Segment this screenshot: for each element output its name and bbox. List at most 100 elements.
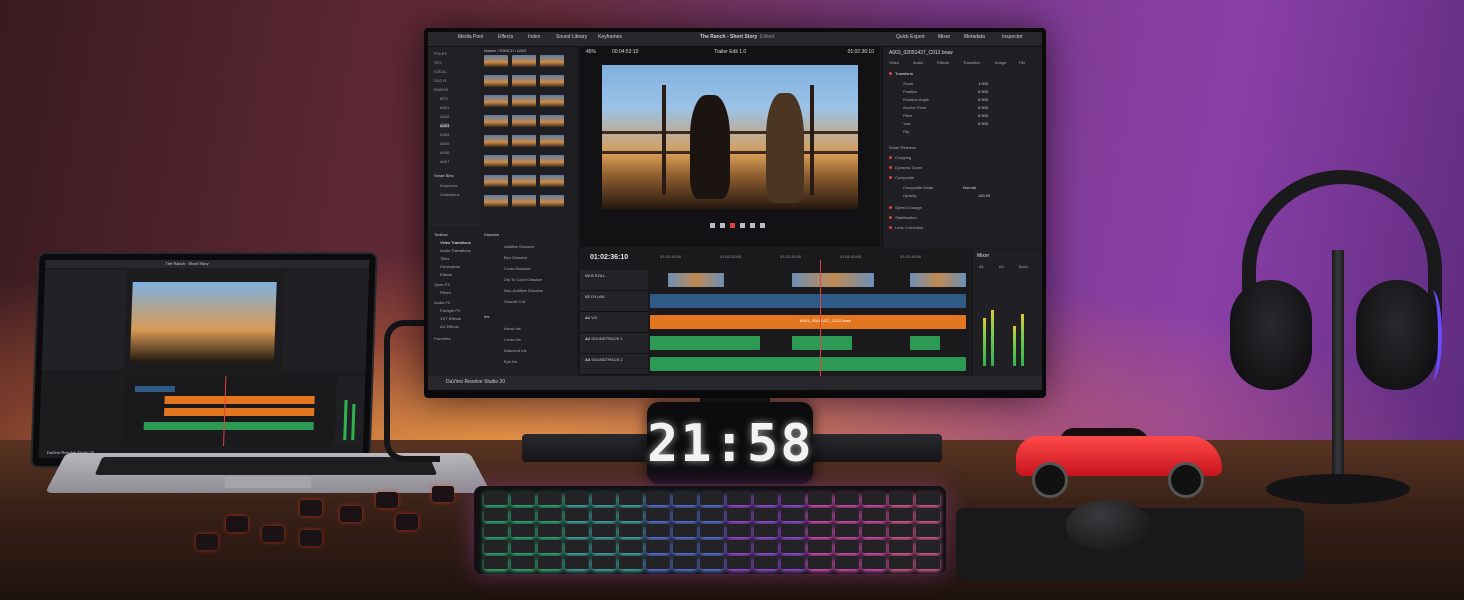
bin-item[interactable]: FOLEY	[434, 51, 447, 56]
timeline-clip[interactable]	[668, 273, 724, 287]
transition-item[interactable]: Dip To Color Dissolve	[504, 277, 542, 282]
inspector-row-value[interactable]: 1.000	[978, 81, 988, 86]
effects-category[interactable]: Generators	[440, 264, 460, 269]
playhead[interactable]	[820, 260, 821, 376]
clip-thumbnail[interactable]	[484, 195, 508, 207]
clip-thumbnail[interactable]	[484, 55, 508, 67]
effects-category[interactable]: Audio Transitions	[440, 248, 471, 253]
timeline-clip[interactable]	[910, 336, 940, 350]
effects-category[interactable]: Fairlight FX	[440, 308, 460, 313]
timeline-clip[interactable]	[910, 273, 966, 287]
bin-item[interactable]: OLD R...	[434, 78, 450, 83]
clip-thumbnail[interactable]	[512, 95, 536, 107]
bin-item[interactable]: A007	[440, 159, 449, 164]
clip-thumbnail[interactable]	[540, 135, 564, 147]
effects-category[interactable]: Filters	[440, 290, 451, 295]
clip-thumbnail[interactable]	[540, 95, 564, 107]
inspector-section[interactable]: Composite	[889, 175, 914, 180]
clip-thumbnail[interactable]	[484, 135, 508, 147]
clip-thumbnail[interactable]	[512, 75, 536, 87]
clip-thumbnail[interactable]	[512, 195, 536, 207]
clip-thumbnail[interactable]	[512, 175, 536, 187]
clip-thumbnail[interactable]	[540, 195, 564, 207]
composite-mode-select[interactable]: Normal	[963, 185, 976, 190]
inspector-tab-image[interactable]: Image	[995, 60, 1006, 65]
inspector-row-value[interactable]: 0.000	[978, 105, 988, 110]
inspector-section[interactable]: Stabilization	[889, 215, 917, 220]
bin-item[interactable]: A001	[440, 105, 449, 110]
clip-thumbnail[interactable]	[512, 135, 536, 147]
clip-thumbnail[interactable]	[512, 55, 536, 67]
inspector-row-value[interactable]: 0.000	[978, 97, 988, 102]
smart-bin-item[interactable]: Keywords	[440, 183, 458, 188]
track-header[interactable]: V2 B ROLL	[580, 270, 648, 291]
effects-tab[interactable]: Effects	[498, 34, 513, 40]
inspector-section[interactable]: Cropping	[889, 155, 911, 160]
bin-item[interactable]: A004	[440, 132, 449, 137]
effects-category[interactable]: Audio FX	[434, 300, 450, 305]
inspector-tab-effects[interactable]: Effects	[937, 60, 949, 65]
clip-thumbnail[interactable]	[540, 75, 564, 87]
bin-item[interactable]: SFX	[434, 60, 442, 65]
bin-item-selected[interactable]: A003	[440, 123, 450, 128]
keyframes-tab[interactable]: Keyframes	[598, 34, 622, 40]
transition-item[interactable]: Cross Iris	[504, 337, 521, 342]
transition-item[interactable]: Blur Dissolve	[504, 255, 527, 260]
clip-thumbnail[interactable]	[540, 175, 564, 187]
timeline-clip[interactable]	[650, 357, 966, 371]
transition-item[interactable]: Arrow Iris	[504, 326, 521, 331]
opacity-value[interactable]: 100.00	[978, 193, 990, 198]
clip-thumbnail[interactable]	[484, 175, 508, 187]
clip-thumbnail[interactable]	[484, 75, 508, 87]
effects-category[interactable]: Effects	[440, 272, 452, 277]
effects-category[interactable]: Favorites	[434, 336, 450, 341]
bin-item[interactable]: A002	[440, 114, 449, 119]
track-header[interactable]: A1 VO	[580, 312, 648, 333]
effects-category[interactable]: Video Transitions	[440, 240, 471, 245]
metadata-tab[interactable]: Metadata	[964, 34, 985, 40]
rewind-button[interactable]	[710, 223, 715, 228]
timeline-clip[interactable]	[650, 294, 966, 308]
inspector-section[interactable]: Smart Reframe	[889, 145, 916, 150]
clip-thumbnail[interactable]	[484, 95, 508, 107]
transition-item[interactable]: Eye Iris	[504, 359, 517, 364]
bin-item[interactable]: A005	[440, 141, 449, 146]
reverse-button[interactable]	[720, 223, 725, 228]
clip-thumbnail[interactable]	[540, 155, 564, 167]
forward-button[interactable]	[750, 223, 755, 228]
transition-item[interactable]: Diamond Iris	[504, 348, 526, 353]
transition-item[interactable]: Cross Dissolve	[504, 266, 531, 271]
inspector-row-value[interactable]: 0.000	[978, 121, 988, 126]
clip-thumbnail[interactable]	[512, 155, 536, 167]
transition-item[interactable]: Non-Additive Dissolve	[504, 288, 543, 293]
track-header[interactable]: V1 DYLAN	[580, 291, 648, 312]
timeline-clip[interactable]	[650, 336, 760, 350]
inspector-section[interactable]: Speed Change	[889, 205, 922, 210]
bin-item[interactable]: BTS	[440, 96, 448, 101]
mixer-tab[interactable]: Mixer	[938, 34, 950, 40]
timeline-clip-selected[interactable]	[792, 273, 874, 287]
timeline-clip[interactable]: A003_02091437_C012.braw	[650, 315, 966, 329]
transition-item[interactable]: Smooth Cut	[504, 299, 525, 304]
stop-button[interactable]	[730, 223, 735, 228]
clip-thumbnail[interactable]	[540, 55, 564, 67]
track-header[interactable]: A3 SOUNDTRACK 2	[580, 354, 648, 375]
loop-button[interactable]	[760, 223, 765, 228]
clip-thumbnail[interactable]	[512, 115, 536, 127]
clip-thumbnail[interactable]	[540, 115, 564, 127]
inspector-row-value[interactable]: 0.000	[978, 113, 988, 118]
edit-index-tab[interactable]: Index	[528, 34, 540, 40]
effects-category[interactable]: Open FX	[434, 282, 450, 287]
inspector-tab-audio[interactable]: Audio	[913, 60, 923, 65]
bin-item[interactable]: A006	[440, 150, 449, 155]
inspector-row-value[interactable]: 0.000	[978, 89, 988, 94]
clip-thumbnail[interactable]	[484, 155, 508, 167]
effects-category[interactable]: VST Effects	[440, 316, 461, 321]
transform-section[interactable]: Transform	[889, 71, 913, 76]
inspector-tab[interactable]: Inspector	[1002, 34, 1023, 40]
media-pool-tab[interactable]: Media Pool	[458, 34, 483, 40]
sound-library-tab[interactable]: Sound Library	[556, 34, 587, 40]
clip-thumbnail[interactable]	[484, 115, 508, 127]
effects-category[interactable]: Titles	[440, 256, 449, 261]
inspector-section[interactable]: Lens Correction	[889, 225, 923, 230]
